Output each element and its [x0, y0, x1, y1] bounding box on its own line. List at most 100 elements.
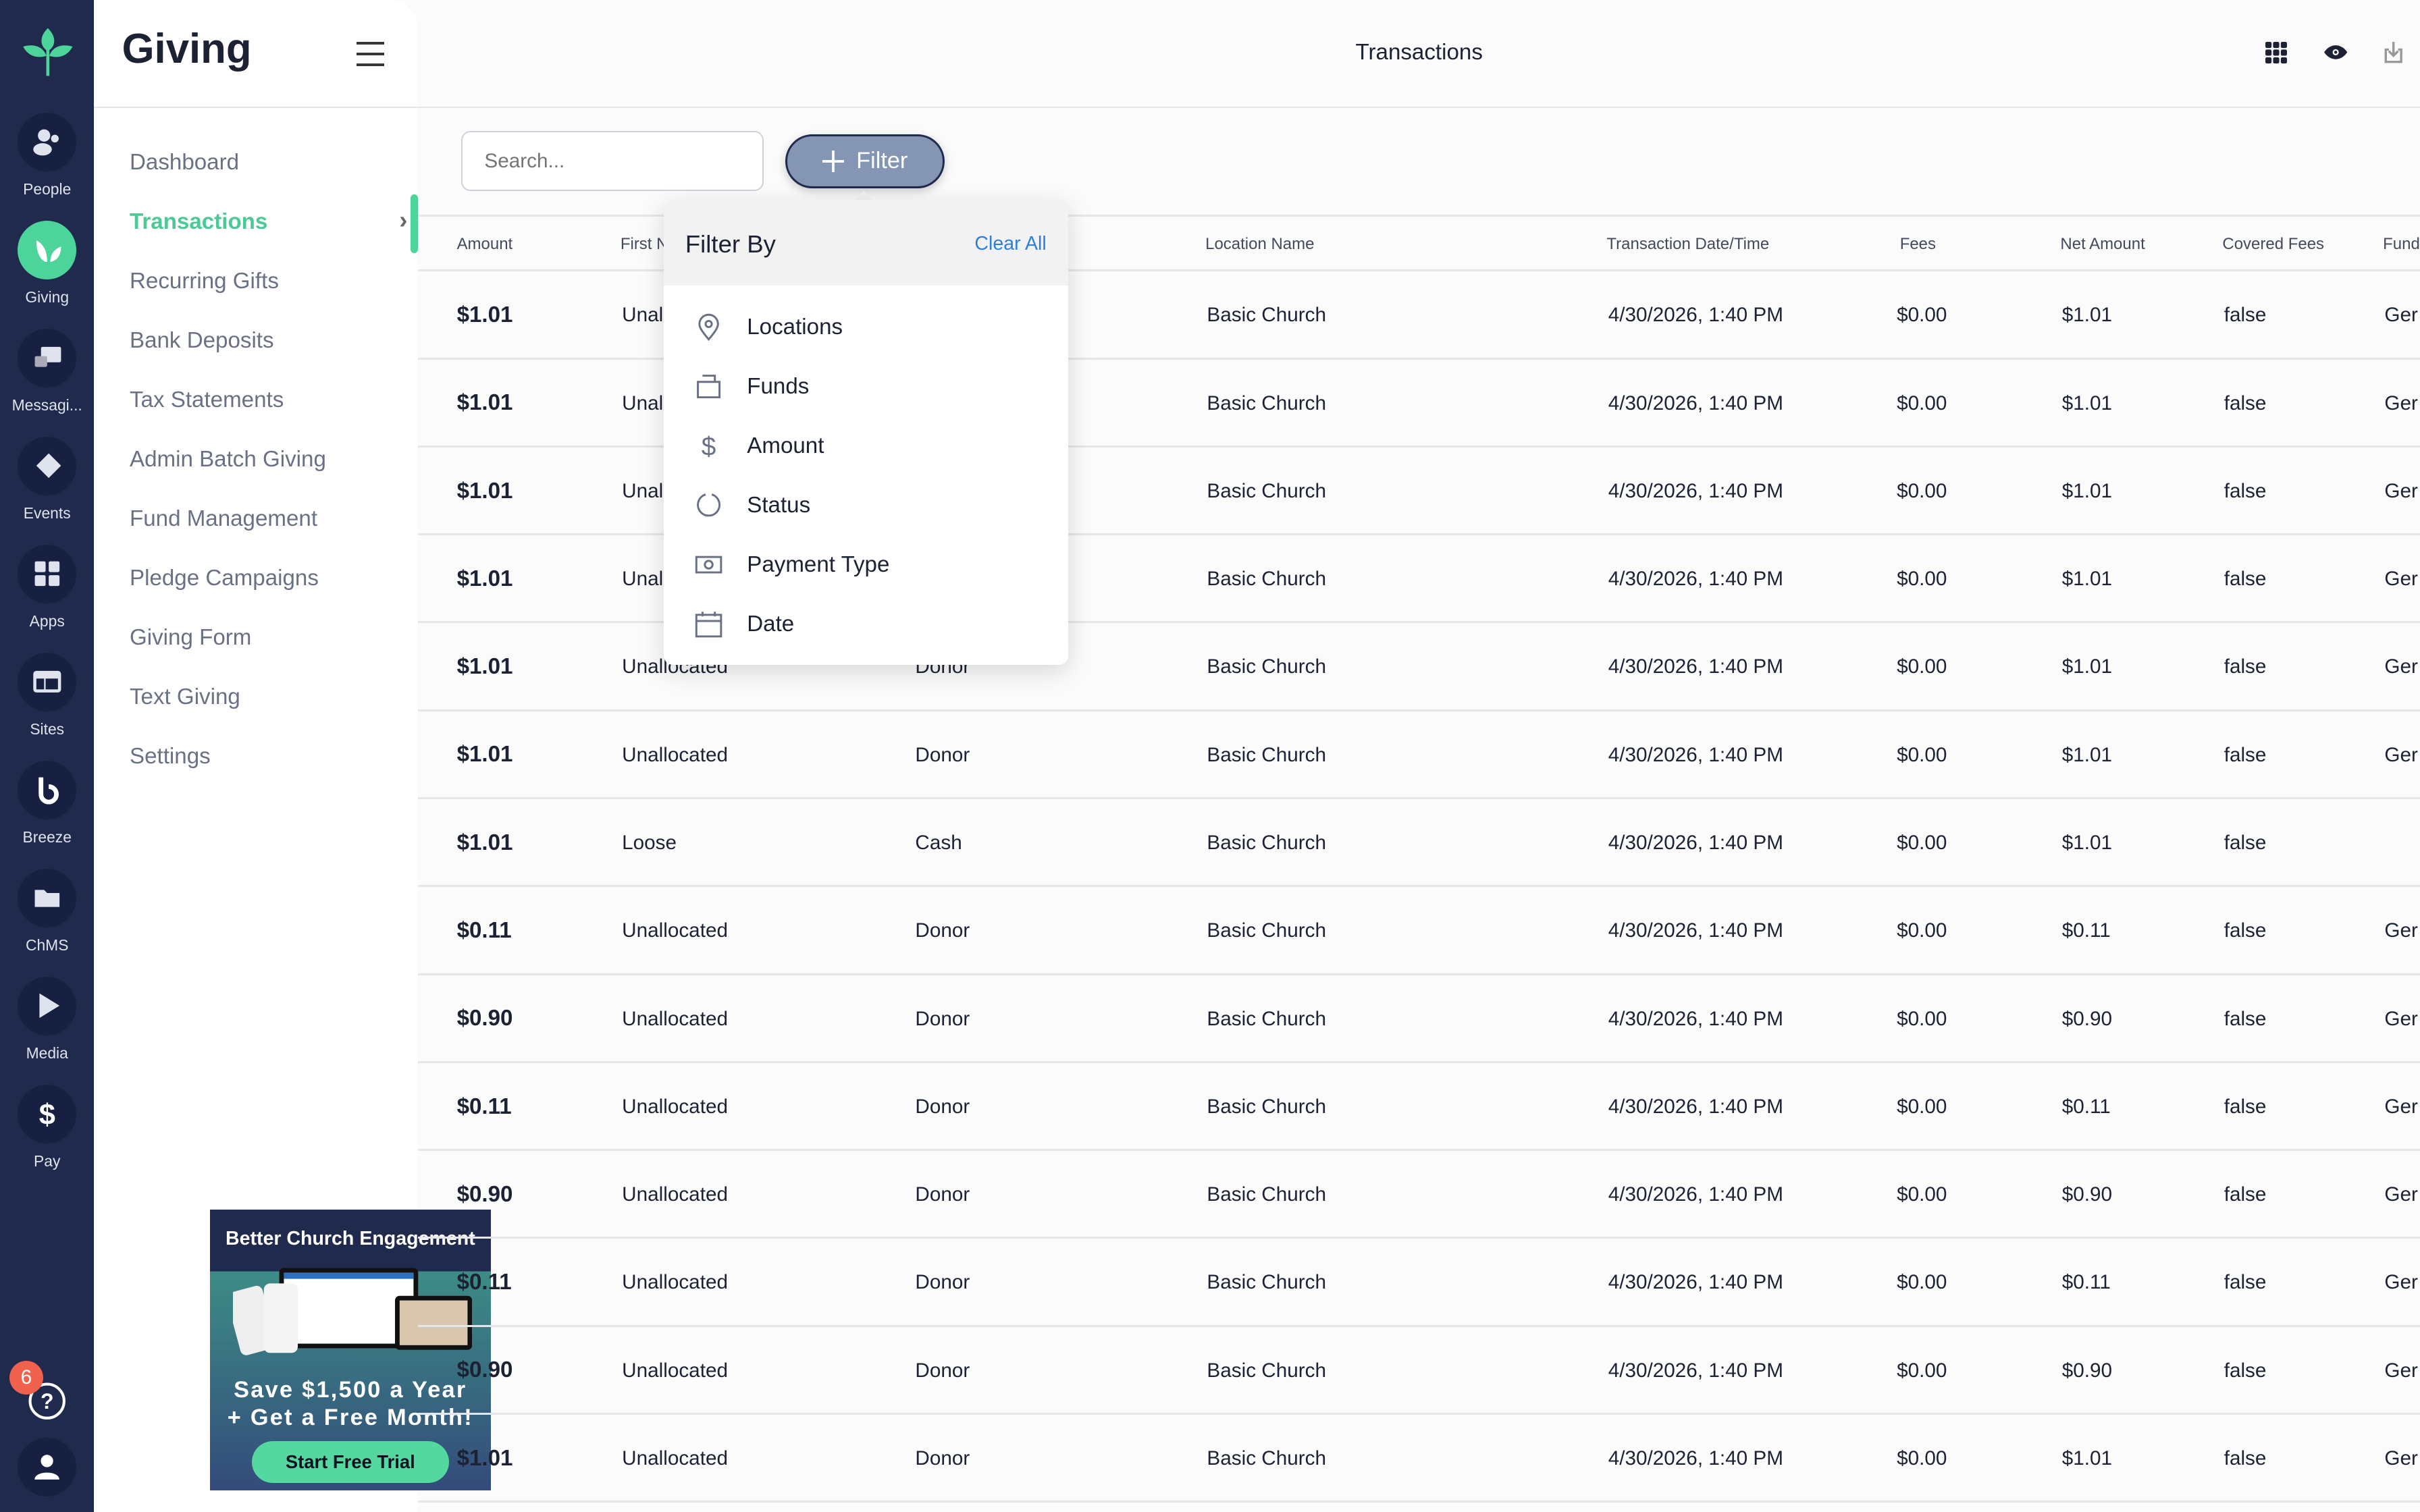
- table-cell: Basic Church: [1207, 568, 1327, 591]
- filter-button[interactable]: Filter: [785, 134, 945, 188]
- rail-item-giving[interactable]: Giving: [0, 220, 94, 307]
- sidebar-item-tax-statements[interactable]: Tax Statements: [130, 387, 407, 413]
- table-cell: $1.01: [2061, 392, 2113, 414]
- table-cell: $0.00: [1897, 1183, 1947, 1206]
- rail-label: People: [23, 180, 72, 198]
- table-row[interactable]: $0.11 Unallocated Donor Basic Church 4/30/20…: [418, 887, 2420, 975]
- clear-all-link[interactable]: Clear All: [974, 233, 1046, 255]
- filter-option-label: Locations: [747, 314, 843, 340]
- sidebar-item-label: Tax Statements: [129, 387, 284, 412]
- sidebar-item-recurring-gifts[interactable]: Recurring Gifts: [130, 269, 407, 294]
- table-cell: $0.11: [2061, 919, 2111, 942]
- table-cell: $0.00: [1897, 1359, 1947, 1382]
- table-cell: $0.00: [1897, 568, 1947, 591]
- eye-icon[interactable]: [2324, 45, 2348, 60]
- table-cell: 4/30/2026, 1:40 PM: [1608, 1359, 1783, 1382]
- table-row[interactable]: $0.11 Unallocated Donor Basic Church 4/30/20…: [418, 1063, 2420, 1152]
- table-cell: Ger: [2384, 304, 2418, 327]
- rail-item-sites[interactable]: Sites: [0, 652, 94, 739]
- table-cell: false: [2224, 831, 2267, 854]
- rail-item-messagi[interactable]: Messagi...: [0, 328, 94, 415]
- sidebar-item-dashboard[interactable]: Dashboard: [130, 150, 407, 176]
- table-cell: $1.01: [456, 478, 513, 504]
- column-header[interactable]: Fees: [1900, 235, 1936, 254]
- table-cell: $0.11: [2061, 1095, 2111, 1118]
- search-field[interactable]: [461, 131, 764, 192]
- table-cell: $1.01: [2061, 479, 2113, 502]
- user-profile-button[interactable]: [0, 1438, 94, 1497]
- ticket-icon: [36, 453, 61, 479]
- column-header[interactable]: Net Amount: [2060, 235, 2145, 254]
- sidebar-item-settings[interactable]: Settings: [130, 744, 407, 770]
- grid-icon[interactable]: [2265, 41, 2288, 63]
- table-cell: $1.01: [456, 830, 513, 855]
- column-header[interactable]: Location Name: [1205, 235, 1314, 254]
- table-row[interactable]: $0.90 Unallocated Donor Basic Church 4/30/20…: [418, 975, 2420, 1063]
- table-cell: 4/30/2026, 1:40 PM: [1608, 1007, 1783, 1030]
- column-header[interactable]: Transaction Date/Time: [1606, 235, 1769, 254]
- table-cell: Basic Church: [1207, 743, 1327, 766]
- rail-item-apps[interactable]: Apps: [0, 544, 94, 631]
- filter-option-status[interactable]: Status: [664, 476, 1068, 535]
- search-input[interactable]: [484, 149, 743, 173]
- rail-label: Messagi...: [11, 396, 82, 414]
- table-cell: Donor: [915, 743, 970, 766]
- sidebar-item-pledge-campaigns[interactable]: Pledge Campaigns: [130, 566, 407, 591]
- sidebar-item-transactions[interactable]: Transactions ›: [130, 206, 407, 235]
- sidebar-item-text-giving[interactable]: Text Giving: [130, 684, 407, 710]
- svg-text:$: $: [701, 432, 716, 460]
- table-row[interactable]: $1.01 Unallocated Donor Basic Church 4/30/20…: [418, 1415, 2420, 1503]
- leaf-icon: [36, 240, 61, 263]
- table-cell: Ger: [2384, 1271, 2418, 1294]
- rail-label: Giving: [25, 288, 70, 306]
- table-cell: Donor: [915, 1095, 970, 1118]
- rail-item-chms[interactable]: ChMS: [0, 868, 94, 955]
- rail-item-breeze[interactable]: Breeze: [0, 760, 94, 847]
- table-cell: $1.01: [456, 1445, 513, 1471]
- sidebar-item-label: Settings: [129, 743, 211, 769]
- column-header[interactable]: First N: [621, 235, 668, 254]
- table-row[interactable]: $1.01 Unallocated Donor Basic Church 4/30/20…: [418, 711, 2420, 799]
- table-cell: Donor: [915, 1007, 970, 1030]
- rail-label: Sites: [30, 720, 65, 738]
- sidebar-item-bank-deposits[interactable]: Bank Deposits: [130, 328, 407, 354]
- sidebar-item-giving-form[interactable]: Giving Form: [130, 625, 407, 651]
- table-cell: 4/30/2026, 1:40 PM: [1608, 304, 1783, 327]
- filter-option-date[interactable]: Date: [664, 595, 1068, 653]
- table-cell: false: [2224, 392, 2267, 414]
- filter-option-payment-type[interactable]: Payment Type: [664, 535, 1068, 594]
- rail-item-media[interactable]: Media: [0, 976, 94, 1063]
- filter-option-funds[interactable]: Funds: [664, 357, 1068, 416]
- table-row[interactable]: $0.11 Unallocated Donor Basic Church 4/30/20…: [418, 1239, 2420, 1327]
- table-row[interactable]: $1.01 Loose Cash Basic Church 4/30/2026, 1:4…: [418, 799, 2420, 888]
- table-cell: Donor: [915, 1271, 970, 1294]
- table-cell: Ger: [2384, 568, 2418, 591]
- table-cell: $0.00: [1897, 831, 1947, 854]
- table-cell: false: [2224, 304, 2267, 327]
- column-header[interactable]: Amount: [457, 235, 513, 254]
- filter-option-amount[interactable]: $ Amount: [664, 416, 1068, 475]
- table-cell: 4/30/2026, 1:40 PM: [1608, 831, 1783, 854]
- column-header[interactable]: Fund: [2383, 235, 2420, 254]
- divider: [94, 106, 419, 108]
- table-row[interactable]: $0.90 Unallocated Donor Basic Church 4/30/20…: [418, 1151, 2420, 1239]
- filter-option-locations[interactable]: Locations: [664, 298, 1068, 356]
- table-cell: Unal: [622, 304, 664, 327]
- sidebar-item-label: Pledge Campaigns: [129, 565, 319, 591]
- filter-by-menu: Filter By Clear All Locations Funds $ Amoun…: [663, 200, 1068, 666]
- table-cell: Ger: [2384, 1095, 2418, 1118]
- menu-toggle-icon[interactable]: [356, 41, 385, 74]
- sidebar-item-label: Admin Batch Giving: [129, 446, 326, 472]
- breeze-icon: [38, 777, 59, 805]
- table-cell: $1.01: [456, 742, 513, 767]
- export-icon[interactable]: [2384, 41, 2403, 63]
- sidebar-item-fund-management[interactable]: Fund Management: [130, 506, 407, 532]
- table-cell: Unallocated: [622, 919, 728, 942]
- rail-item-events[interactable]: Events: [0, 436, 94, 523]
- rail-item-pay[interactable]: $ Pay: [0, 1084, 94, 1171]
- table-row[interactable]: $0.90 Unallocated Donor Basic Church 4/30/20…: [418, 1327, 2420, 1415]
- sidebar-item-admin-batch-giving[interactable]: Admin Batch Giving: [130, 447, 407, 473]
- rail-item-people[interactable]: People: [0, 112, 94, 199]
- column-header[interactable]: Covered Fees: [2222, 235, 2324, 254]
- table-cell: false: [2224, 1271, 2267, 1294]
